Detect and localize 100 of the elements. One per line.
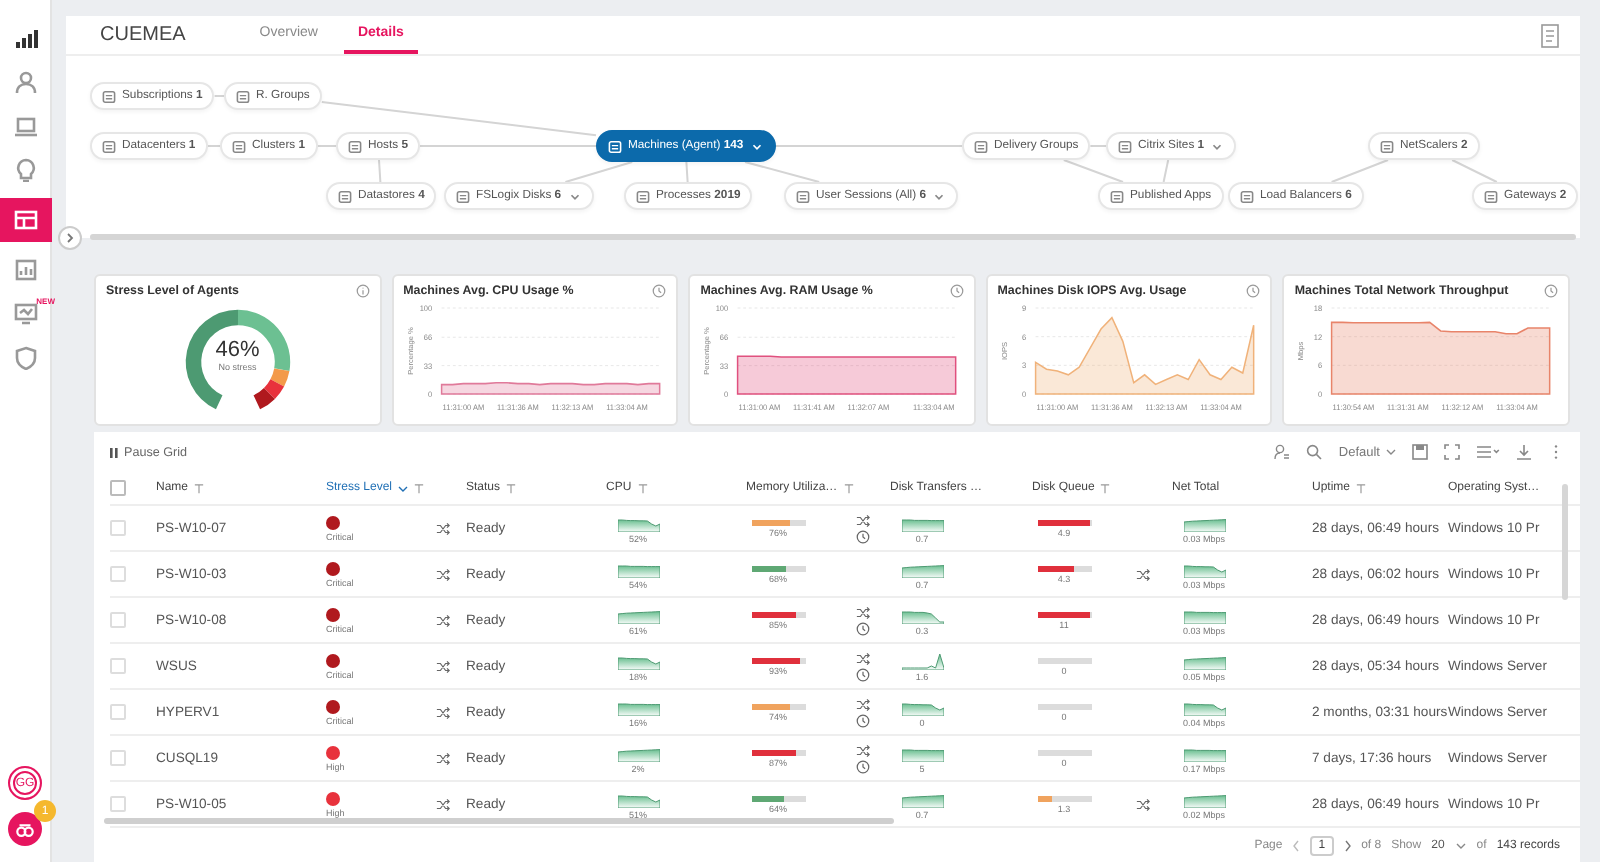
clock-icon[interactable] (1543, 284, 1558, 298)
filter-icon[interactable] (414, 483, 425, 493)
server-icon (1110, 189, 1124, 203)
row-checkbox[interactable] (110, 796, 126, 812)
cpu-sparkline (617, 789, 659, 807)
disk-transfers-sparkline (901, 559, 943, 577)
clock-icon[interactable] (856, 667, 870, 681)
clock-icon[interactable] (856, 713, 870, 727)
disk-transfers-sparkline (901, 651, 943, 669)
shuffle-icon[interactable] (856, 697, 870, 711)
connector-line (685, 161, 689, 183)
server-icon (1380, 139, 1394, 153)
cpu-sparkline (617, 605, 659, 623)
disk-transfers-sparkline (901, 513, 943, 531)
row-checkbox[interactable] (110, 658, 126, 674)
server-icon (102, 89, 116, 103)
server-icon (608, 139, 622, 153)
cpu-sparkline (617, 513, 659, 531)
clock-icon[interactable] (856, 621, 870, 635)
network-sparkline (1183, 697, 1225, 715)
connector-line (1162, 159, 1170, 183)
clock-icon[interactable] (856, 759, 870, 773)
shuffle-icon[interactable] (436, 567, 450, 581)
shuffle-icon[interactable] (436, 797, 450, 811)
clock-icon[interactable] (856, 529, 870, 543)
row-checkbox[interactable] (110, 566, 126, 582)
connector-line (744, 161, 821, 183)
server-icon (1118, 139, 1132, 153)
row-checkbox[interactable] (110, 750, 126, 766)
server-icon (102, 139, 116, 153)
filter-icon[interactable] (1100, 483, 1111, 493)
network-sparkline (1183, 559, 1225, 577)
connector-line (378, 159, 382, 183)
connector-line (213, 95, 225, 97)
clock-icon[interactable] (1246, 284, 1261, 298)
pause-icon (110, 447, 118, 457)
monitor-icon (13, 302, 37, 326)
shuffle-icon[interactable] (856, 651, 870, 665)
shuffle-icon[interactable] (436, 521, 450, 535)
server-icon (232, 139, 246, 153)
shuffle-icon[interactable] (1136, 797, 1150, 811)
network-sparkline (1183, 513, 1225, 531)
row-checkbox[interactable] (110, 704, 126, 720)
server-icon (974, 139, 988, 153)
disk-transfers-sparkline (901, 743, 943, 761)
chevron-down-icon (1386, 448, 1396, 456)
user-settings-icon[interactable] (1274, 444, 1291, 460)
scrollbar[interactable] (1562, 484, 1568, 600)
next-page-icon[interactable] (1343, 840, 1352, 852)
list-icon[interactable] (1476, 444, 1500, 460)
lightbulb-icon (13, 158, 37, 182)
server-icon (338, 189, 352, 203)
row-checkbox[interactable] (110, 612, 126, 628)
document-icon[interactable] (1540, 23, 1560, 47)
chevron-right-icon (64, 232, 76, 244)
clock-icon[interactable] (949, 284, 964, 298)
filter-icon[interactable] (194, 483, 205, 493)
table-icon (13, 208, 37, 232)
select-all-checkbox[interactable] (110, 480, 126, 496)
bar-chart-icon (13, 258, 37, 282)
shuffle-icon[interactable] (856, 743, 870, 757)
shuffle-icon[interactable] (436, 613, 450, 627)
download-icon[interactable] (1516, 444, 1532, 460)
clock-icon[interactable] (652, 284, 667, 298)
filter-icon[interactable] (637, 483, 648, 493)
save-icon[interactable] (1412, 444, 1428, 460)
shield-icon (13, 346, 37, 370)
fullscreen-icon[interactable] (1444, 444, 1460, 460)
server-icon (1240, 189, 1254, 203)
glasses-icon (14, 818, 36, 840)
cpu-sparkline (617, 697, 659, 715)
network-sparkline (1183, 605, 1225, 623)
shuffle-icon[interactable] (856, 605, 870, 619)
network-sparkline (1183, 651, 1225, 669)
server-icon (1484, 189, 1498, 203)
sort-descending-icon[interactable] (398, 483, 409, 493)
expand-button[interactable] (58, 226, 82, 250)
server-icon (348, 139, 362, 153)
filter-icon[interactable] (843, 483, 854, 493)
shuffle-icon[interactable] (436, 705, 450, 719)
disk-transfers-sparkline (901, 789, 943, 807)
shuffle-icon[interactable] (436, 659, 450, 673)
cpu-sparkline (617, 651, 659, 669)
cpu-sparkline (617, 743, 659, 761)
network-sparkline (1183, 743, 1225, 761)
filter-icon[interactable] (506, 483, 517, 493)
row-checkbox[interactable] (110, 520, 126, 536)
filter-icon[interactable] (1356, 483, 1367, 493)
info-icon[interactable] (355, 284, 370, 298)
search-icon[interactable] (1306, 444, 1323, 460)
connector-line (316, 145, 337, 147)
cpu-sparkline (617, 559, 659, 577)
previous-page-icon[interactable] (1292, 840, 1301, 852)
shuffle-icon[interactable] (436, 751, 450, 765)
shuffle-icon[interactable] (1136, 567, 1150, 581)
laptop-icon (13, 114, 37, 138)
disk-transfers-sparkline (901, 697, 943, 715)
connector-line (1089, 145, 1107, 147)
shuffle-icon[interactable] (856, 513, 870, 527)
notification-button[interactable] (8, 812, 42, 846)
